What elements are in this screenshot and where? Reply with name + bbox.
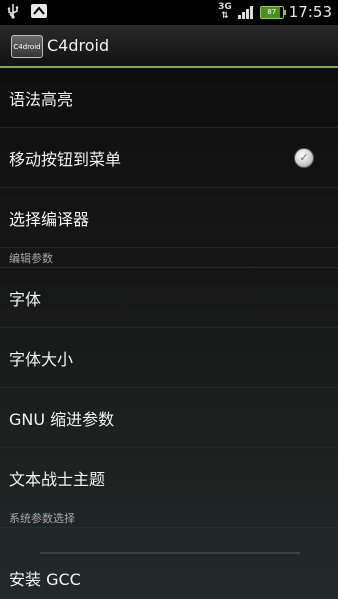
setting-textwarrior-theme[interactable]: 文本战士主题: [0, 448, 338, 508]
scroll-divider: [40, 552, 300, 554]
setting-label: 语法高亮: [9, 89, 74, 109]
setting-label: 字体大小: [9, 349, 74, 369]
network-3g-icon: 3G ⇅: [218, 3, 232, 21]
signal-icon: [237, 6, 253, 19]
status-right: 3G ⇅ 87 17:53: [218, 2, 332, 22]
setting-syntax-highlight[interactable]: 语法高亮: [0, 68, 338, 128]
status-bar: 3G ⇅ 87 17:53: [0, 0, 338, 25]
data-arrows-icon: ⇅: [221, 11, 229, 21]
move-buttons-checkbox[interactable]: ✓: [294, 147, 314, 168]
section-header-system-prefs: 系统参数选择: [0, 508, 338, 528]
setting-label: 安装 GCC: [9, 569, 81, 589]
section-header-editor-params: 编辑参数: [0, 248, 338, 268]
app-logo-icon[interactable]: C4droid: [11, 35, 43, 58]
usb-icon: [7, 4, 19, 19]
setting-move-buttons-to-menu[interactable]: 移动按钮到菜单 ✓: [0, 128, 338, 188]
notification-icon: [31, 4, 47, 18]
checkmark-icon: ✓: [299, 151, 309, 164]
status-left: [6, 3, 48, 19]
app-title: C4droid: [47, 36, 110, 55]
setting-label: 字体: [9, 289, 42, 309]
setting-label: 选择编译器: [9, 209, 90, 229]
setting-select-compiler[interactable]: 选择编译器: [0, 188, 338, 248]
setting-label: 文本战士主题: [9, 469, 106, 489]
battery-text: 87: [267, 8, 277, 16]
section-label: 编辑参数: [9, 252, 53, 265]
app-logo-text: C4droid: [13, 42, 41, 51]
app-title-bar: C4droid C4droid: [0, 25, 338, 68]
clock: 17:53: [288, 3, 332, 21]
battery-icon: 87: [259, 5, 286, 19]
settings-list[interactable]: 语法高亮 移动按钮到菜单 ✓ 选择编译器 编辑参数 字体 字体大小 GNU 缩进…: [0, 68, 338, 599]
setting-gnu-indent-params[interactable]: GNU 缩进参数: [0, 388, 338, 448]
section-label: 系统参数选择: [9, 512, 75, 525]
setting-install-gcc[interactable]: 安装 GCC: [0, 556, 338, 599]
setting-font-size[interactable]: 字体大小: [0, 328, 338, 388]
setting-label: 移动按钮到菜单: [9, 149, 122, 169]
setting-label: GNU 缩进参数: [9, 409, 115, 429]
setting-font[interactable]: 字体: [0, 268, 338, 328]
